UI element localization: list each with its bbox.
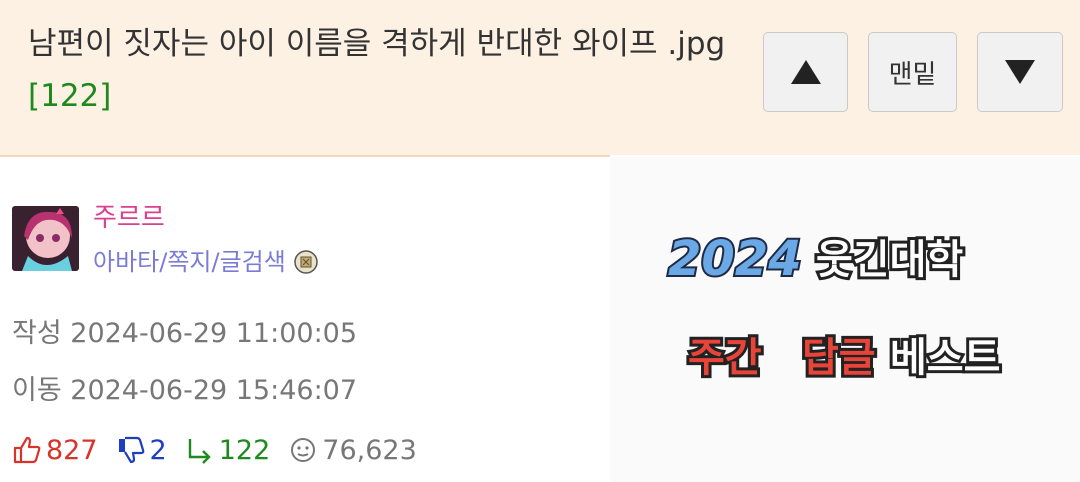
reply-count[interactable]: [122] [28,78,111,114]
banner-year: 2024 [668,231,802,287]
triangle-down-icon [1005,60,1035,84]
post-stats: 827 2 122 76,623 [12,430,435,470]
downvote-count: 2 [149,434,167,466]
header-divider [0,155,610,157]
views-count: 76,623 [322,434,417,466]
triangle-up-icon [790,60,821,84]
banner-site: 웃긴대학 [816,237,963,283]
banner-word-reply: 답글 [802,335,876,381]
post-title-text: 남편이 짓자는 아이 이름을 격하게 반대한 와이프 .jpg [28,26,726,62]
moved-timestamp: 이동 2024-06-29 15:46:07 [12,375,358,406]
level-badge-icon [294,250,318,274]
scroll-up-button[interactable] [763,32,848,112]
author-nickname[interactable]: 주르르 [93,200,165,236]
reply-stat-count: 122 [218,434,271,466]
post-header: 남편이 짓자는 아이 이름을 격하게 반대한 와이프 .jpg [122] 맨밑 [0,0,1080,155]
smiley-icon [291,438,316,462]
weekly-best-banner[interactable]: 2024 웃긴대학 주간 답글 베스트 [610,157,1080,482]
downvote-stat[interactable]: 2 [116,435,167,466]
author-avatar[interactable] [12,206,79,271]
reply-stat[interactable]: 122 [185,434,271,466]
upvote-count: 827 [46,434,98,466]
banner-word-best: 베스트 [890,335,1000,381]
views-stat: 76,623 [288,434,417,466]
post-title: 남편이 짓자는 아이 이름을 격하게 반대한 와이프 .jpg [122] [28,18,728,122]
scroll-bottom-label: 맨밑 [888,59,937,90]
scroll-bottom-button[interactable]: 맨밑 [868,32,957,112]
author-links: 아바타/쪽지/글검색 [93,244,318,280]
author-links-text[interactable]: 아바타/쪽지/글검색 [93,244,286,280]
scroll-down-button[interactable] [977,32,1063,112]
reply-arrow-icon [188,439,211,464]
thumbs-up-icon [13,436,41,464]
created-timestamp: 작성 2024-06-29 11:00:05 [12,318,358,349]
upvote-stat[interactable]: 827 [12,435,98,466]
thumbs-down-icon [118,436,144,464]
banner-word-weekly: 주간 [688,335,762,381]
